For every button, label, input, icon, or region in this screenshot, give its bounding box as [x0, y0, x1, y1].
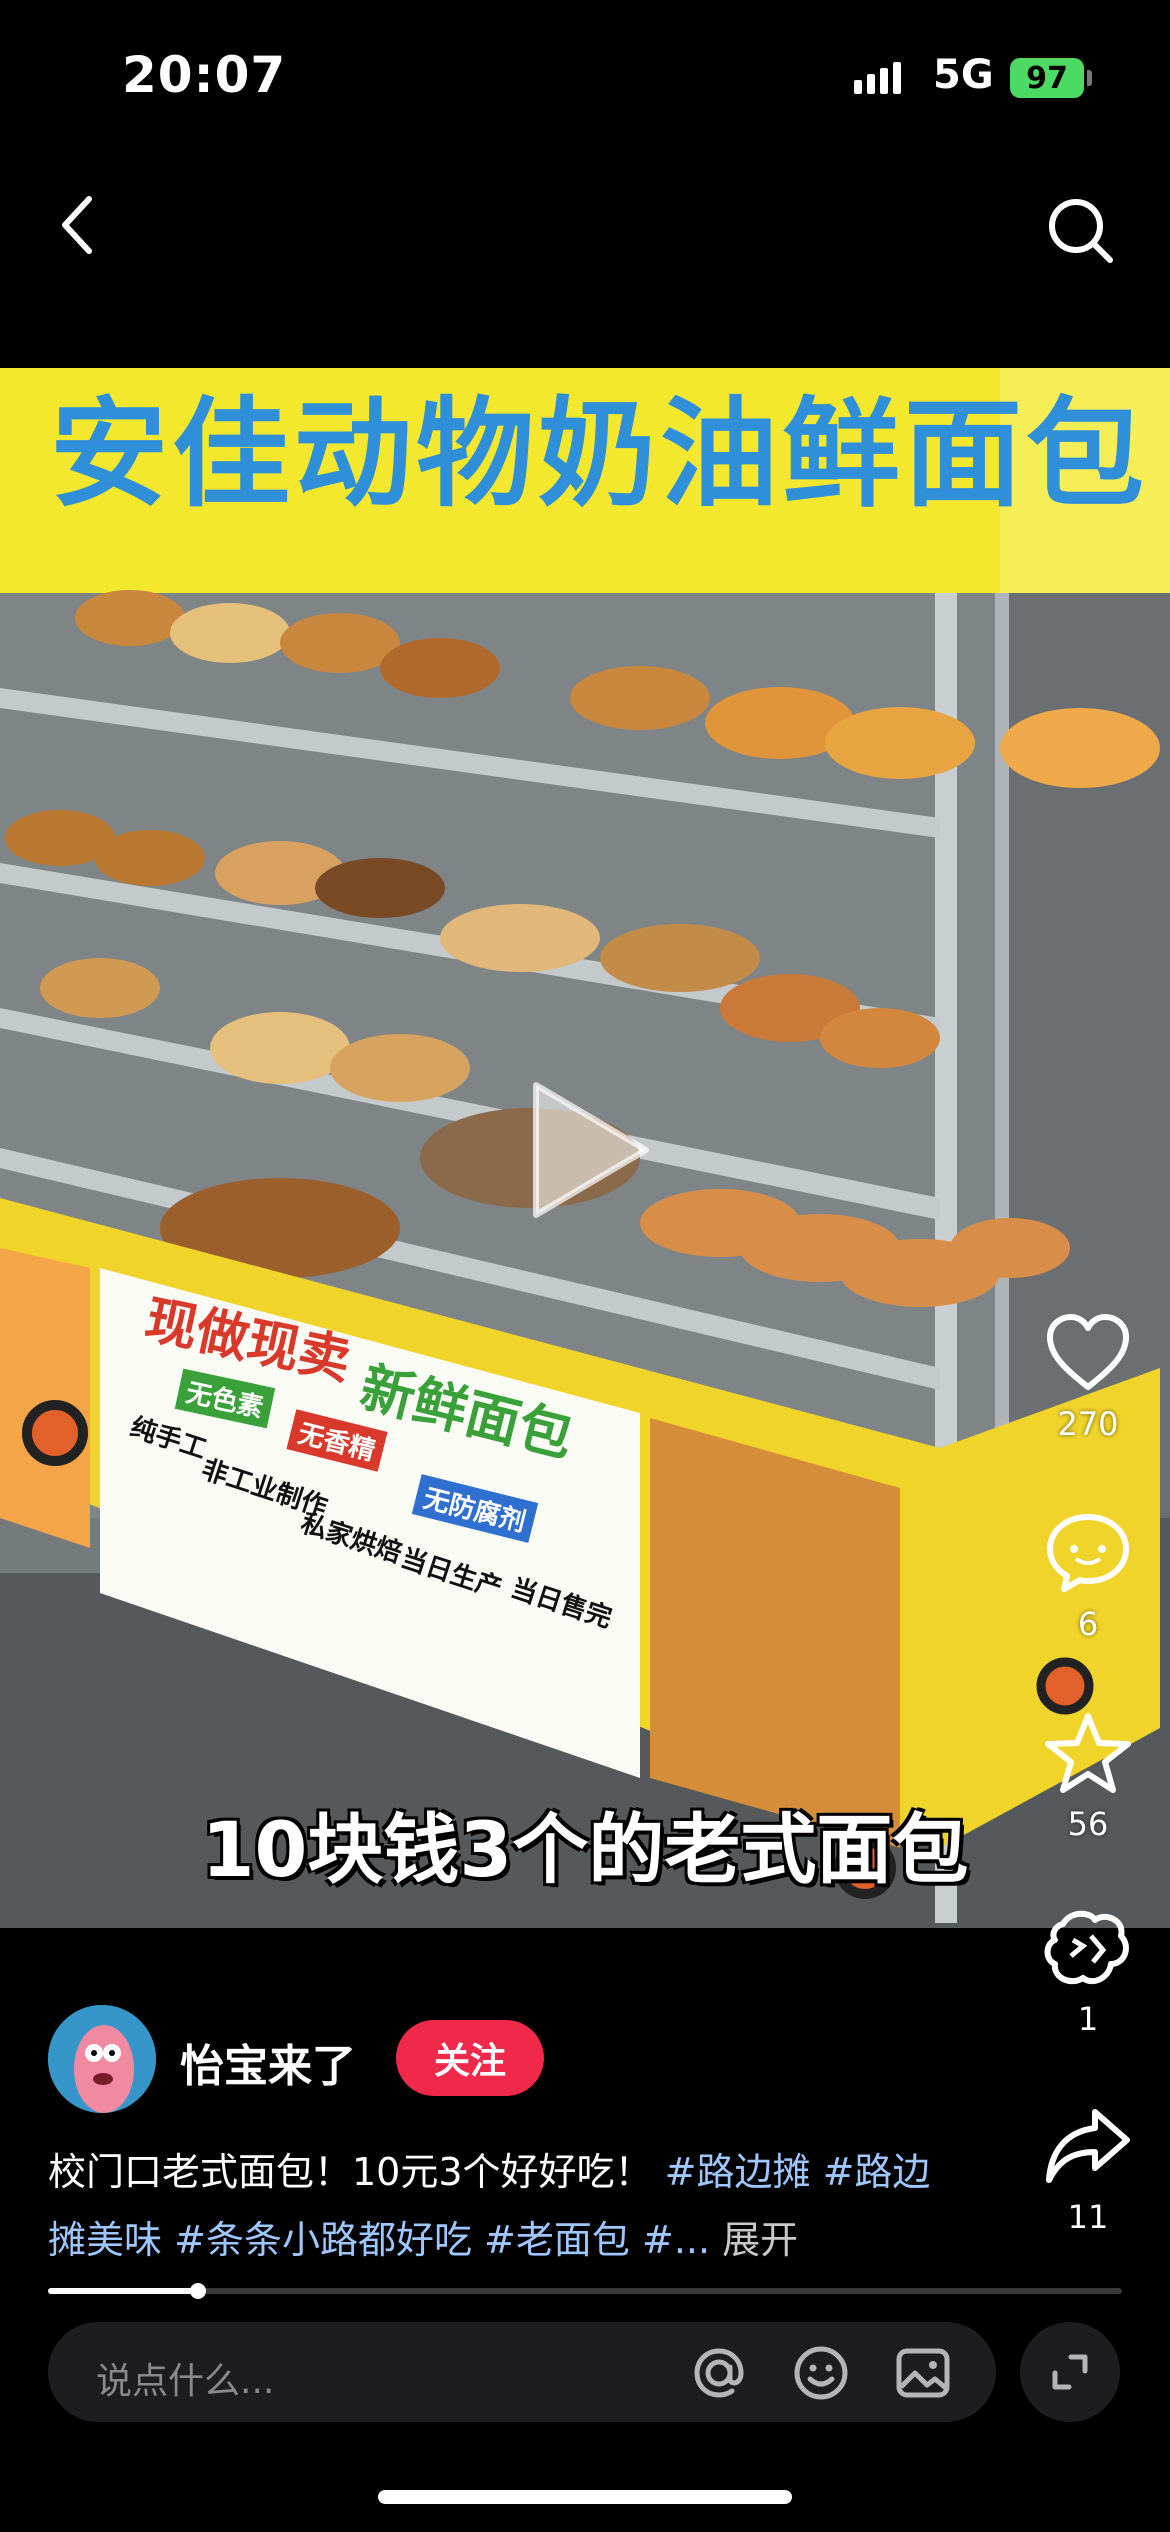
progress-bar[interactable]: [48, 2283, 1122, 2299]
fullscreen-icon: [1052, 2354, 1088, 2390]
star-icon: [1045, 1713, 1131, 1793]
network-type: 5G: [933, 52, 994, 98]
play-icon[interactable]: [516, 1075, 656, 1225]
comment-count: 6: [1077, 1605, 1099, 1643]
status-time: 20:07: [122, 46, 287, 104]
fullscreen-button[interactable]: [1020, 2322, 1120, 2422]
progress-fill: [48, 2288, 199, 2294]
avatar-image: [48, 2005, 156, 2113]
like-button[interactable]: 270: [1040, 1305, 1136, 1443]
share-count: 11: [1067, 2198, 1109, 2236]
share-button[interactable]: 11: [1040, 2098, 1136, 2236]
hashtag[interactable]: #条条小路都好吃: [174, 2218, 472, 2262]
emoji-button[interactable]: [790, 2342, 852, 2404]
recommend-button[interactable]: 1: [1040, 1900, 1136, 2038]
home-indicator[interactable]: [378, 2490, 792, 2504]
video-description[interactable]: 校门口老式面包！10元3个好好吃！ #路边摊 #路边摊美味 #条条小路都好吃 #…: [48, 2138, 948, 2274]
recommend-icon: [1044, 1910, 1129, 1985]
favorite-button[interactable]: 56: [1040, 1705, 1136, 1843]
share-icon: [1046, 2109, 1130, 2183]
smiley-icon: [794, 2346, 848, 2400]
search-button[interactable]: [1040, 190, 1120, 270]
battery-tip: [1087, 70, 1092, 86]
comment-button[interactable]: 6: [1040, 1505, 1136, 1643]
image-icon: [896, 2348, 950, 2398]
video-player[interactable]: 安佳动物奶油鲜面包 现做现卖 新鲜面包 无色素 无香精 无防腐剂 纯手工 非工业…: [0, 368, 1170, 1928]
at-icon: [694, 2348, 744, 2398]
recommend-count: 1: [1077, 2000, 1099, 2038]
author-name[interactable]: 怡宝来了: [180, 2030, 356, 2094]
hashtag[interactable]: #老面包: [484, 2218, 630, 2262]
status-bar: 20:07 5G 97: [0, 0, 1170, 150]
heart-icon: [1047, 1314, 1129, 1390]
chevron-left-icon: [62, 196, 92, 254]
mention-button[interactable]: [688, 2342, 750, 2404]
back-button[interactable]: [52, 190, 102, 260]
battery-icon: 97: [1010, 58, 1084, 98]
description-text: 校门口老式面包！10元3个好好吃！: [48, 2150, 653, 2194]
comment-bar: 说点什么...: [48, 2322, 996, 2422]
search-icon: [1049, 199, 1113, 263]
comment-input[interactable]: 说点什么...: [96, 2352, 274, 2404]
banner-text: 安佳动物奶油鲜面包: [50, 385, 1149, 523]
hashtag[interactable]: #...: [642, 2218, 710, 2262]
progress-handle[interactable]: [190, 2283, 207, 2299]
comment-icon: [1047, 1514, 1129, 1592]
hashtag[interactable]: #路边摊: [665, 2150, 811, 2194]
favorite-count: 56: [1067, 1805, 1109, 1843]
avatar[interactable]: [48, 2005, 156, 2113]
follow-button[interactable]: 关注: [396, 2020, 544, 2096]
like-count: 270: [1057, 1405, 1119, 1443]
signal-icon: [854, 62, 901, 94]
expand-link[interactable]: 展开: [722, 2218, 798, 2262]
image-button[interactable]: [892, 2342, 954, 2404]
video-caption: 10块钱3个的老式面包: [201, 1805, 969, 1894]
